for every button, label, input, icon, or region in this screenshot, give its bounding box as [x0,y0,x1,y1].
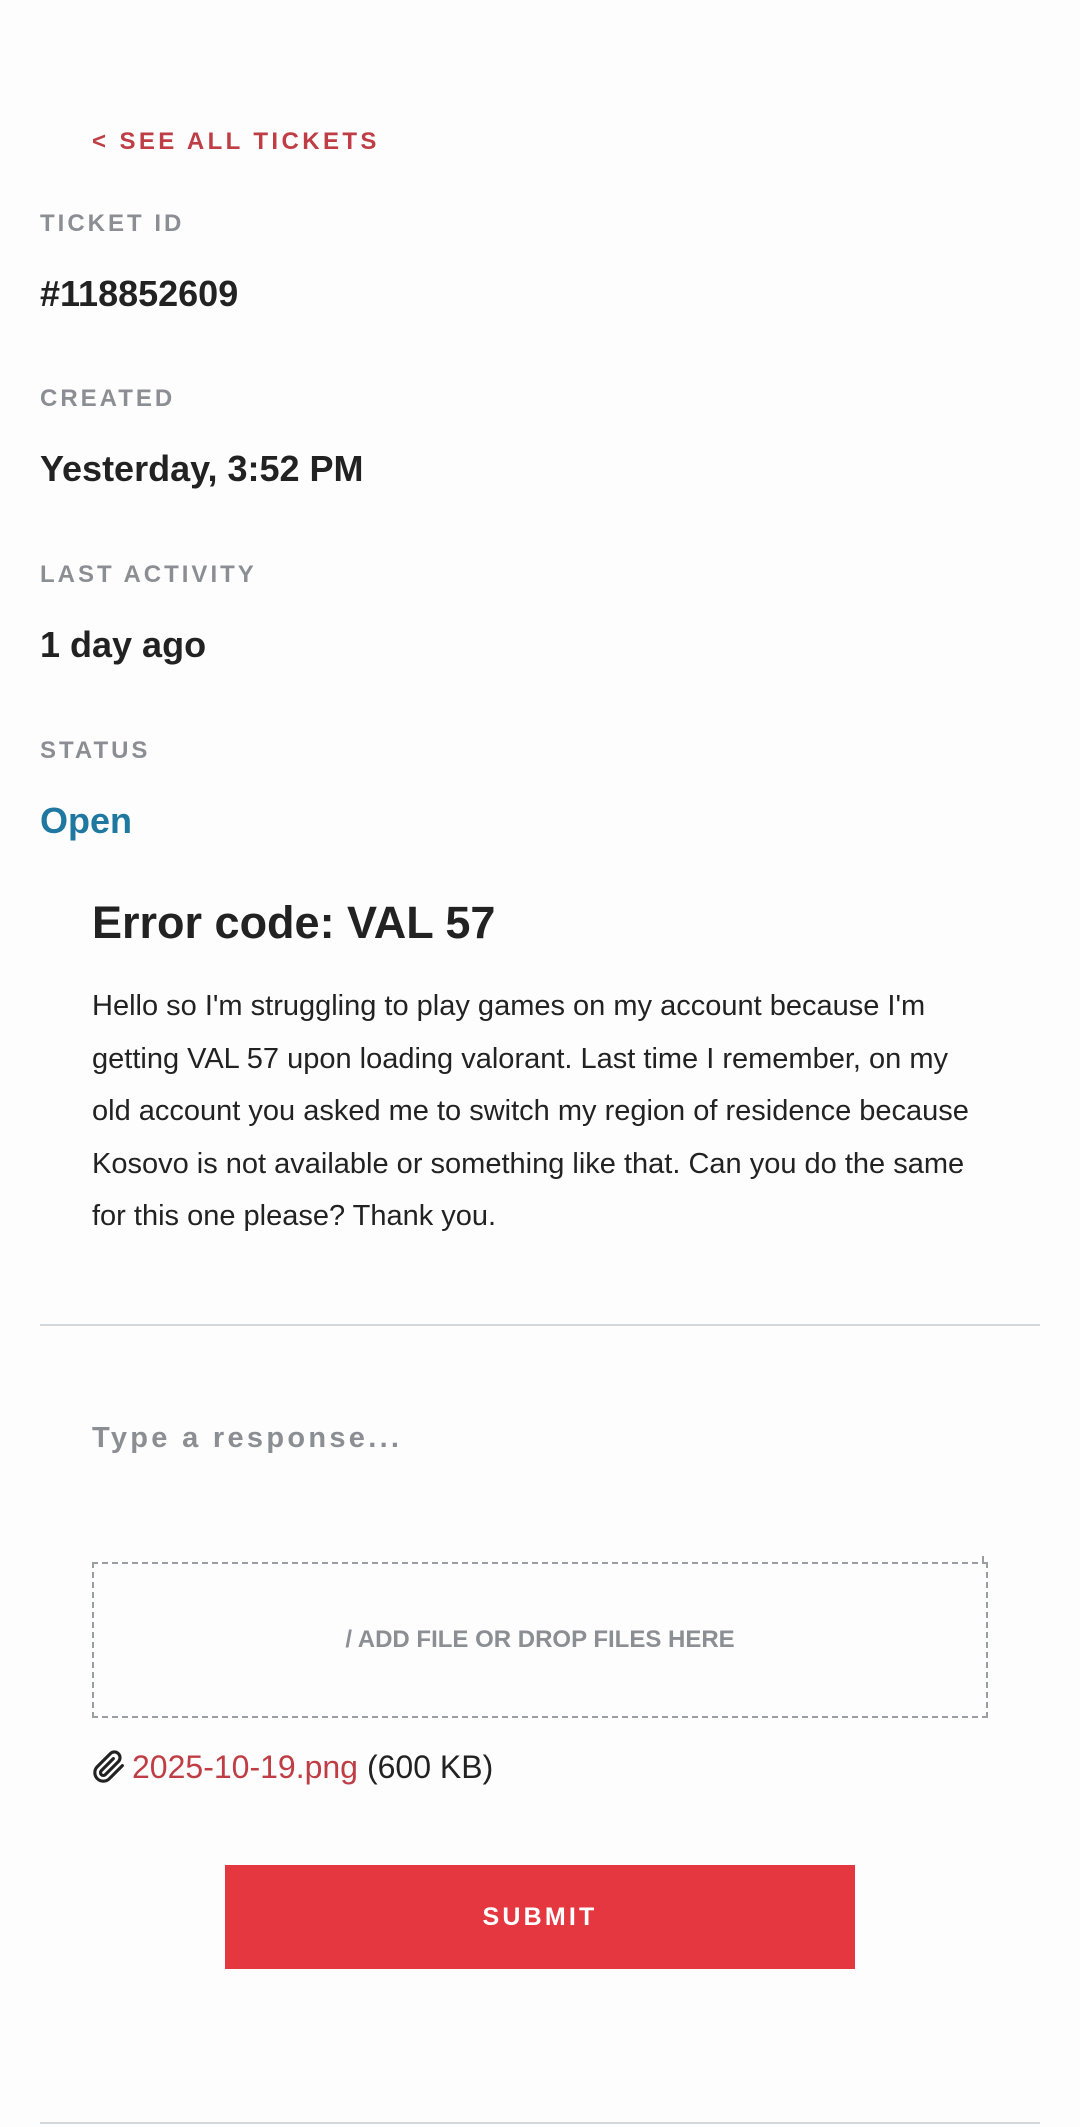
attachment-item: 2025-10-19.png (600 KB) [92,1745,493,1789]
last-activity-label: LAST ACTIVITY [40,561,257,588]
attachment-file-size: (600 KB) [366,1749,494,1785]
see-all-tickets-link[interactable]: < SEE ALL TICKETS [92,124,380,160]
created-value: Yesterday, 3:52 PM [40,448,364,489]
file-dropzone[interactable]: / ADD FILE OR DROP FILES HERE [92,1562,988,1718]
section-divider [40,1324,1040,1326]
ticket-id-section: TICKET ID #118852609 [40,206,238,316]
status-badge: Open [40,800,133,841]
attachment-file-link[interactable]: 2025-10-19.png [132,1745,358,1789]
status-section: STATUS Open [40,733,150,843]
submit-button[interactable]: SUBMIT [225,1865,855,1969]
last-activity-section: LAST ACTIVITY 1 day ago [40,557,257,667]
dropzone-label: / ADD FILE OR DROP FILES HERE [345,1626,735,1653]
ticket-id-label: TICKET ID [40,210,185,237]
ticket-id-value: #118852609 [40,273,239,314]
status-label: STATUS [40,737,151,764]
response-input[interactable] [92,1410,988,1466]
ticket-title: Error code: VAL 57 [92,897,496,948]
created-section: CREATED Yesterday, 3:52 PM [40,381,364,491]
paperclip-icon [92,1749,126,1785]
last-activity-value: 1 day ago [40,624,207,665]
see-all-tickets-label: < SEE ALL TICKETS [92,128,380,155]
ticket-message-body: Hello so I'm struggling to play games on… [92,990,969,1232]
created-label: CREATED [40,385,176,412]
bottom-divider [40,2122,1040,2124]
